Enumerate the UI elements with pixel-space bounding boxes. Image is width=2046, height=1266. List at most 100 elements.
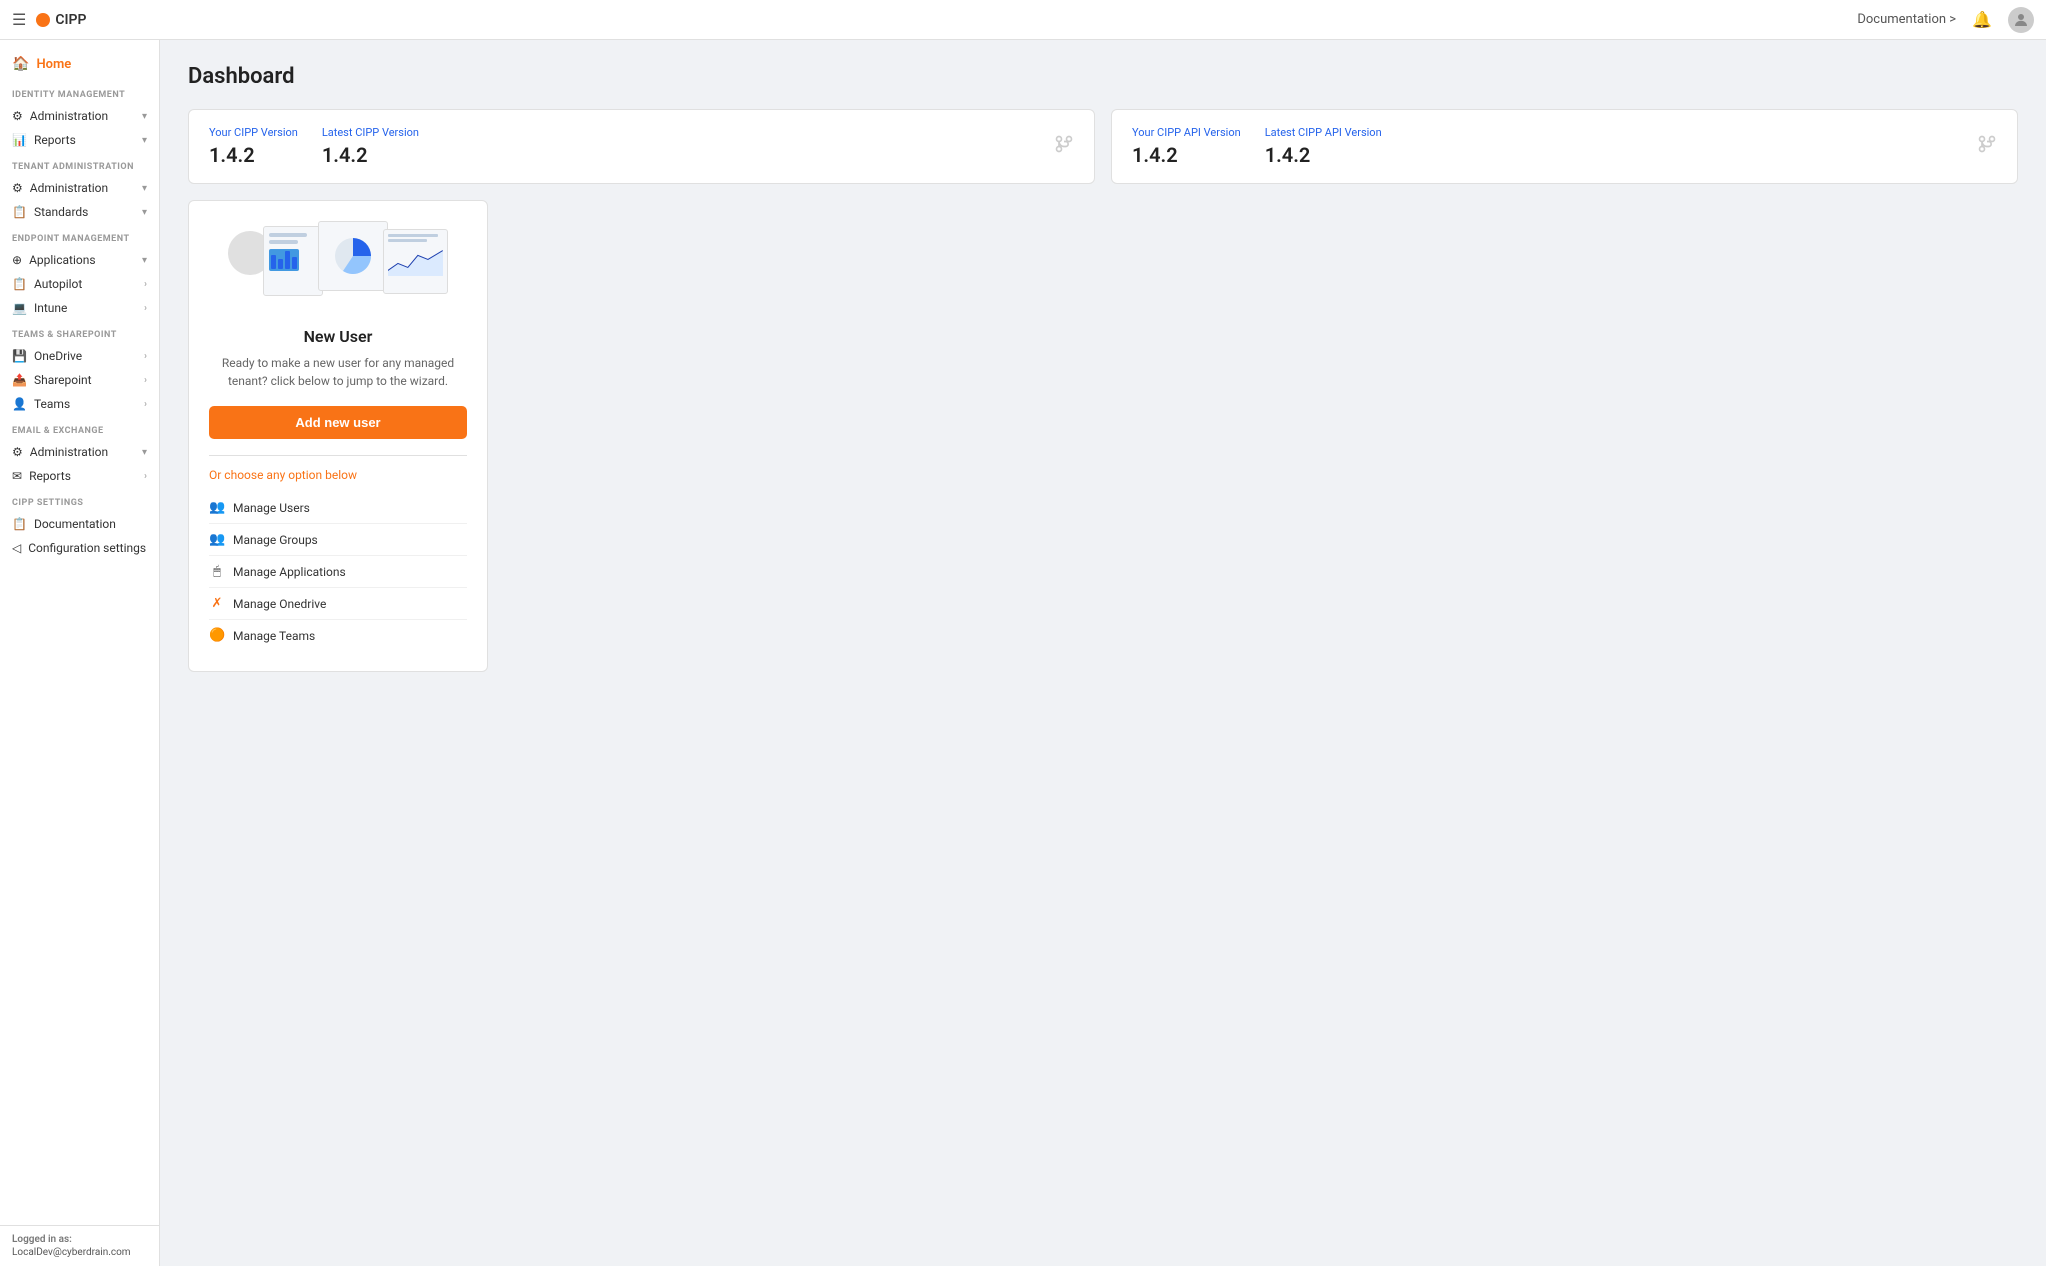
manage-groups-icon: 👥 [209,532,225,547]
your-cipp-version-block: Your CIPP Version 1.4.2 [209,126,298,167]
main-content: Dashboard Your CIPP Version 1.4.2 Latest… [160,40,2046,1266]
section-email-exchange: EMAIL & EXCHANGE [0,416,159,440]
quick-links-section: Or choose any option below 👥 Manage User… [209,455,467,651]
onedrive-icon: 💾 [12,349,27,363]
section-tenant-administration: TENANT ADMINISTRATION [0,152,159,176]
latest-cipp-version-value: 1.4.2 [322,143,419,167]
bell-icon[interactable]: 🔔 [1972,10,1992,29]
your-cipp-version-label: Your CIPP Version [209,126,298,139]
quick-link-manage-groups[interactable]: 👥 Manage Groups [209,524,467,556]
navbar: ☰ CIPP Documentation > 🔔 [0,0,2046,40]
new-user-description: Ready to make a new user for any managed… [209,354,467,390]
sidebar-label: Configuration settings [28,541,146,555]
sidebar-item-applications[interactable]: ⊕ Applications ▾ [0,248,159,272]
sidebar-item-teams[interactable]: 👤 Teams › [0,392,159,416]
version-card-content: Your CIPP API Version 1.4.2 Latest CIPP … [1132,126,1957,167]
sidebar-item-onedrive[interactable]: 💾 OneDrive › [0,344,159,368]
layout: 🏠 Home IDENTITY MANAGEMENT ⚙ Administrat… [0,40,2046,1266]
chevron-down-icon: ▾ [142,183,147,194]
standards-icon: 📋 [12,205,27,219]
documentation-link[interactable]: Documentation > [1857,12,1956,27]
sidebar-item-intune[interactable]: 💻 Intune › [0,296,159,320]
chevron-right-icon: › [144,351,147,362]
your-cipp-version-value: 1.4.2 [209,143,298,167]
quick-link-manage-applications[interactable]: 🖱 Manage Applications [209,556,467,588]
latest-cipp-version-block: Latest CIPP Version 1.4.2 [322,126,419,167]
brand-name: CIPP [55,12,86,28]
version-cards-row: Your CIPP Version 1.4.2 Latest CIPP Vers… [188,109,2018,184]
sidebar-nav: 🏠 Home IDENTITY MANAGEMENT ⚙ Administrat… [0,40,159,1225]
illustration-doc-linechart [383,229,448,294]
sidebar-item-tenant-standards[interactable]: 📋 Standards ▾ [0,200,159,224]
chevron-right-icon: › [144,375,147,386]
settings-icon: ⚙ [12,109,23,123]
git-branch-api-icon [1977,134,1997,159]
chevron-down-icon: ▾ [142,111,147,122]
avatar[interactable] [2008,7,2034,33]
sidebar-item-email-admin[interactable]: ⚙ Administration ▾ [0,440,159,464]
latest-cipp-api-version-block: Latest CIPP API Version 1.4.2 [1265,126,1382,167]
sidebar-label: Documentation [34,517,116,531]
your-cipp-api-version-value: 1.4.2 [1132,143,1241,167]
hamburger-icon[interactable]: ☰ [12,10,26,29]
quick-link-manage-teams[interactable]: 🟠 Manage Teams [209,620,467,651]
version-card-content: Your CIPP Version 1.4.2 Latest CIPP Vers… [209,126,1034,167]
new-user-illustration [228,221,448,311]
latest-cipp-version-label: Latest CIPP Version [322,126,419,139]
brand: CIPP [36,12,86,28]
version-card-cipp: Your CIPP Version 1.4.2 Latest CIPP Vers… [188,109,1095,184]
sidebar-item-autopilot[interactable]: 📋 Autopilot › [0,272,159,296]
manage-groups-label: Manage Groups [233,533,318,547]
add-new-user-button[interactable]: Add new user [209,406,467,439]
applications-icon: ⊕ [12,253,22,267]
sidebar-item-documentation[interactable]: 📋 Documentation [0,512,159,536]
logged-in-email: LocalDev@cyberdrain.com [12,1247,147,1258]
quick-link-manage-users[interactable]: 👥 Manage Users [209,492,467,524]
chevron-right-icon: › [144,471,147,482]
manage-users-icon: 👥 [209,500,225,515]
sidebar-item-tenant-admin[interactable]: ⚙ Administration ▾ [0,176,159,200]
new-user-title: New User [209,327,467,346]
your-cipp-api-version-block: Your CIPP API Version 1.4.2 [1132,126,1241,167]
version-card-cipp-api: Your CIPP API Version 1.4.2 Latest CIPP … [1111,109,2018,184]
sidebar-item-identity-admin[interactable]: ⚙ Administration ▾ [0,104,159,128]
intune-icon: 💻 [12,301,27,315]
section-cipp-settings: CIPP SETTINGS [0,488,159,512]
sidebar-item-config-settings[interactable]: ◁ Configuration settings [0,536,159,560]
page-title: Dashboard [188,64,2018,89]
sidebar-item-email-reports[interactable]: ✉ Reports › [0,464,159,488]
sharepoint-icon: 📤 [12,373,27,387]
home-label: Home [36,57,71,72]
illustration-doc-barchart [263,226,323,296]
latest-cipp-api-version-label: Latest CIPP API Version [1265,126,1382,139]
line-chart-svg [388,246,443,276]
email-reports-icon: ✉ [12,469,22,483]
manage-teams-icon: 🟠 [209,628,225,643]
manage-onedrive-label: Manage Onedrive [233,597,326,611]
section-teams-sharepoint: TEAMS & SHAREPOINT [0,320,159,344]
user-avatar-icon [2012,11,2030,29]
latest-cipp-api-version-value: 1.4.2 [1265,143,1382,167]
chart-icon: 📊 [12,133,27,147]
chevron-right-icon: › [144,399,147,410]
manage-users-label: Manage Users [233,501,310,515]
sidebar-label: OneDrive [34,349,82,363]
your-cipp-api-version-label: Your CIPP API Version [1132,126,1241,139]
settings-icon: ⚙ [12,181,23,195]
sidebar-item-identity-reports[interactable]: 📊 Reports ▾ [0,128,159,152]
section-identity-management: IDENTITY MANAGEMENT [0,80,159,104]
sidebar-item-home[interactable]: 🏠 Home [0,48,159,80]
sidebar-footer: Logged in as: LocalDev@cyberdrain.com [0,1225,159,1266]
sidebar-item-sharepoint[interactable]: 📤 Sharepoint › [0,368,159,392]
sidebar-label: Administration [30,181,108,195]
sidebar-label: Sharepoint [34,373,92,387]
chevron-down-icon: ▾ [142,447,147,458]
manage-teams-label: Manage Teams [233,629,315,643]
sidebar-label: Applications [29,253,95,267]
manage-applications-icon: 🖱 [209,564,225,579]
navbar-left: ☰ CIPP [12,10,87,29]
chevron-right-icon: › [144,279,147,290]
git-branch-icon [1054,134,1074,159]
logged-in-label: Logged in as: [12,1234,147,1245]
quick-link-manage-onedrive[interactable]: ✗ Manage Onedrive [209,588,467,620]
